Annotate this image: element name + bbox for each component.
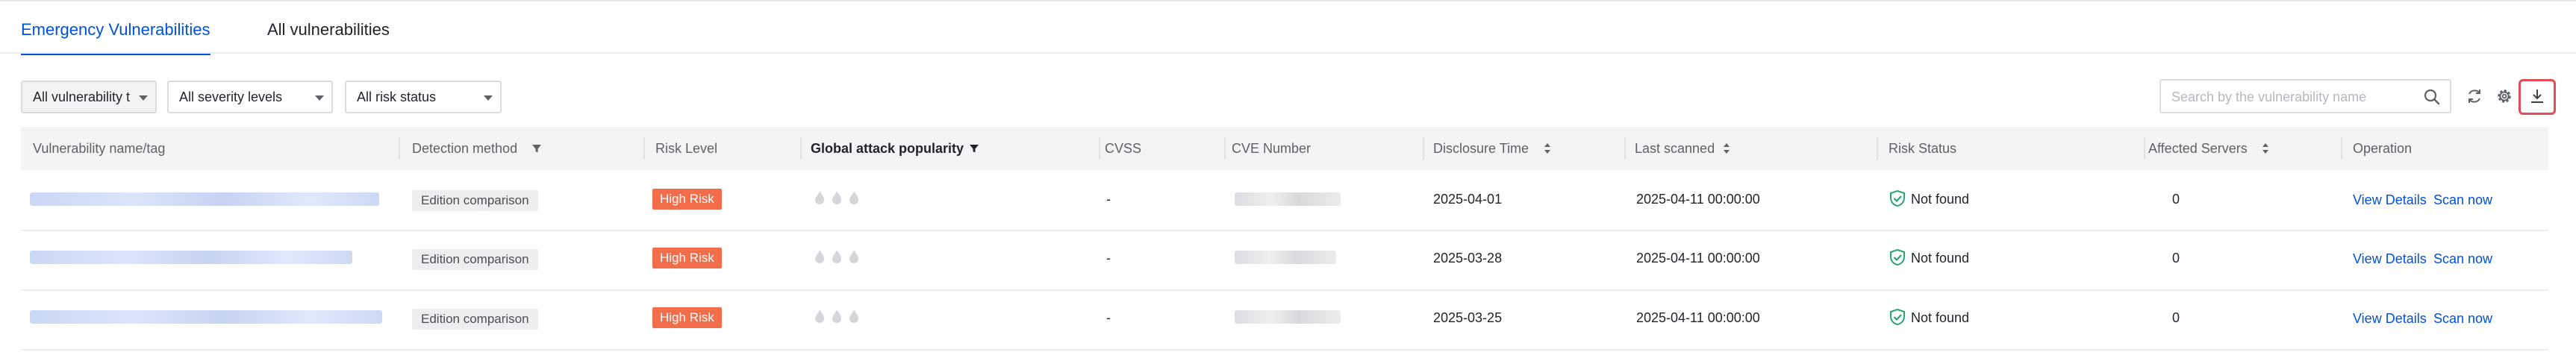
scan-now-link[interactable]: Scan now — [2433, 311, 2492, 327]
sort-icon[interactable] — [2262, 142, 2269, 154]
cvss-value: - — [1106, 192, 1111, 207]
column-divider — [643, 137, 645, 160]
redacted-vulnerability-name[interactable] — [30, 310, 382, 324]
vulnerability-search[interactable] — [2159, 79, 2451, 113]
tab-emergency-vulnerabilities[interactable]: Emergency Vulnerabilities — [21, 13, 210, 55]
settings-icon[interactable] — [2495, 87, 2513, 105]
last-scanned: 2025-04-11 00:00:00 — [1636, 192, 1760, 207]
affected-servers-count: 0 — [2172, 192, 2180, 207]
search-input[interactable] — [2170, 85, 2419, 109]
risk-level-badge: High Risk — [652, 307, 722, 328]
tabs-divider — [0, 52, 2576, 54]
table-row: Edition comparison High Risk - 2025-03-2… — [21, 231, 2548, 291]
sort-icon[interactable] — [1723, 142, 1730, 154]
vulnerability-type-select[interactable]: All vulnerability t — [21, 81, 157, 113]
last-scanned: 2025-04-11 00:00:00 — [1636, 251, 1760, 266]
column-divider — [1099, 137, 1100, 160]
redacted-cve-number — [1235, 251, 1336, 264]
attack-popularity-flames-icon — [815, 310, 858, 323]
shield-check-icon — [1890, 248, 1905, 266]
select-value: All vulnerability t — [33, 90, 131, 104]
view-details-link[interactable]: View Details — [2353, 251, 2427, 267]
tab-label: Emergency Vulnerabilities — [21, 20, 210, 39]
download-icon[interactable] — [2528, 87, 2546, 105]
column-divider — [2341, 137, 2342, 160]
column-divider — [399, 137, 400, 160]
column-divider — [1423, 137, 1424, 160]
attack-popularity-flames-icon — [815, 250, 858, 263]
risk-level-badge: High Risk — [652, 189, 722, 210]
shield-check-icon — [1890, 308, 1905, 326]
col-global-attack-popularity: Global attack popularity — [811, 141, 964, 156]
col-vulnerability-name: Vulnerability name/tag — [33, 141, 166, 156]
disclosure-time: 2025-03-25 — [1433, 310, 1503, 325]
chevron-down-icon — [139, 95, 148, 101]
severity-select[interactable]: All severity levels — [167, 81, 333, 113]
redacted-cve-number — [1235, 192, 1341, 206]
search-icon[interactable] — [2424, 89, 2440, 105]
cvss-value: - — [1106, 251, 1111, 266]
column-divider — [1877, 137, 1878, 160]
disclosure-time: 2025-04-01 — [1433, 192, 1503, 207]
select-value: All risk status — [357, 90, 437, 104]
detection-method-tag: Edition comparison — [412, 309, 538, 330]
view-details-link[interactable]: View Details — [2353, 192, 2427, 208]
chevron-down-icon — [484, 95, 493, 101]
cvss-value: - — [1106, 310, 1111, 325]
col-cve-number: CVE Number — [1232, 141, 1312, 156]
risk-level-badge: High Risk — [652, 248, 722, 268]
last-scanned: 2025-04-11 00:00:00 — [1636, 310, 1760, 325]
tab-all-vulnerabilities[interactable]: All vulnerabilities — [267, 13, 390, 54]
column-divider — [1224, 137, 1226, 160]
risk-status-select[interactable]: All risk status — [345, 81, 502, 113]
view-details-link[interactable]: View Details — [2353, 311, 2427, 327]
scan-now-link[interactable]: Scan now — [2433, 192, 2492, 208]
shield-check-icon — [1890, 189, 1905, 207]
table-row: Edition comparison High Risk - 2025-03-2… — [21, 291, 2548, 351]
column-divider — [800, 137, 802, 160]
col-cvss: CVSS — [1105, 141, 1142, 156]
redacted-vulnerability-name[interactable] — [30, 192, 379, 206]
scan-now-link[interactable]: Scan now — [2433, 251, 2492, 267]
col-detection-method: Detection method — [412, 141, 518, 156]
select-value: All severity levels — [179, 90, 283, 104]
column-divider — [1624, 137, 1626, 160]
table-row: Edition comparison High Risk - 2025-04-0… — [21, 172, 2548, 231]
tab-label: All vulnerabilities — [267, 20, 390, 39]
refresh-icon[interactable] — [2466, 87, 2483, 105]
col-affected-servers: Affected Servers — [2148, 141, 2248, 156]
col-risk-status: Risk Status — [1889, 141, 1957, 156]
top-border — [0, 0, 2576, 1]
table-header: Vulnerability name/tag Detection method … — [21, 127, 2548, 170]
filter-icon[interactable] — [969, 143, 979, 154]
detection-method-tag: Edition comparison — [412, 249, 538, 270]
col-last-scanned: Last scanned — [1635, 141, 1715, 156]
col-operation: Operation — [2353, 141, 2413, 156]
affected-servers-count: 0 — [2172, 251, 2180, 266]
redacted-vulnerability-name[interactable] — [30, 251, 352, 264]
column-divider — [2144, 137, 2145, 160]
chevron-down-icon — [315, 95, 324, 101]
col-disclosure-time: Disclosure Time — [1433, 141, 1529, 156]
redacted-cve-number — [1235, 310, 1341, 324]
risk-status-text: Not found — [1911, 310, 1970, 325]
col-risk-level: Risk Level — [655, 141, 718, 156]
risk-status-text: Not found — [1911, 251, 1970, 266]
attack-popularity-flames-icon — [815, 191, 858, 204]
risk-status-text: Not found — [1911, 192, 1970, 207]
sort-icon[interactable] — [1544, 142, 1551, 154]
disclosure-time: 2025-03-28 — [1433, 251, 1503, 266]
affected-servers-count: 0 — [2172, 310, 2180, 325]
detection-method-tag: Edition comparison — [412, 190, 538, 211]
filter-icon[interactable] — [531, 143, 542, 154]
